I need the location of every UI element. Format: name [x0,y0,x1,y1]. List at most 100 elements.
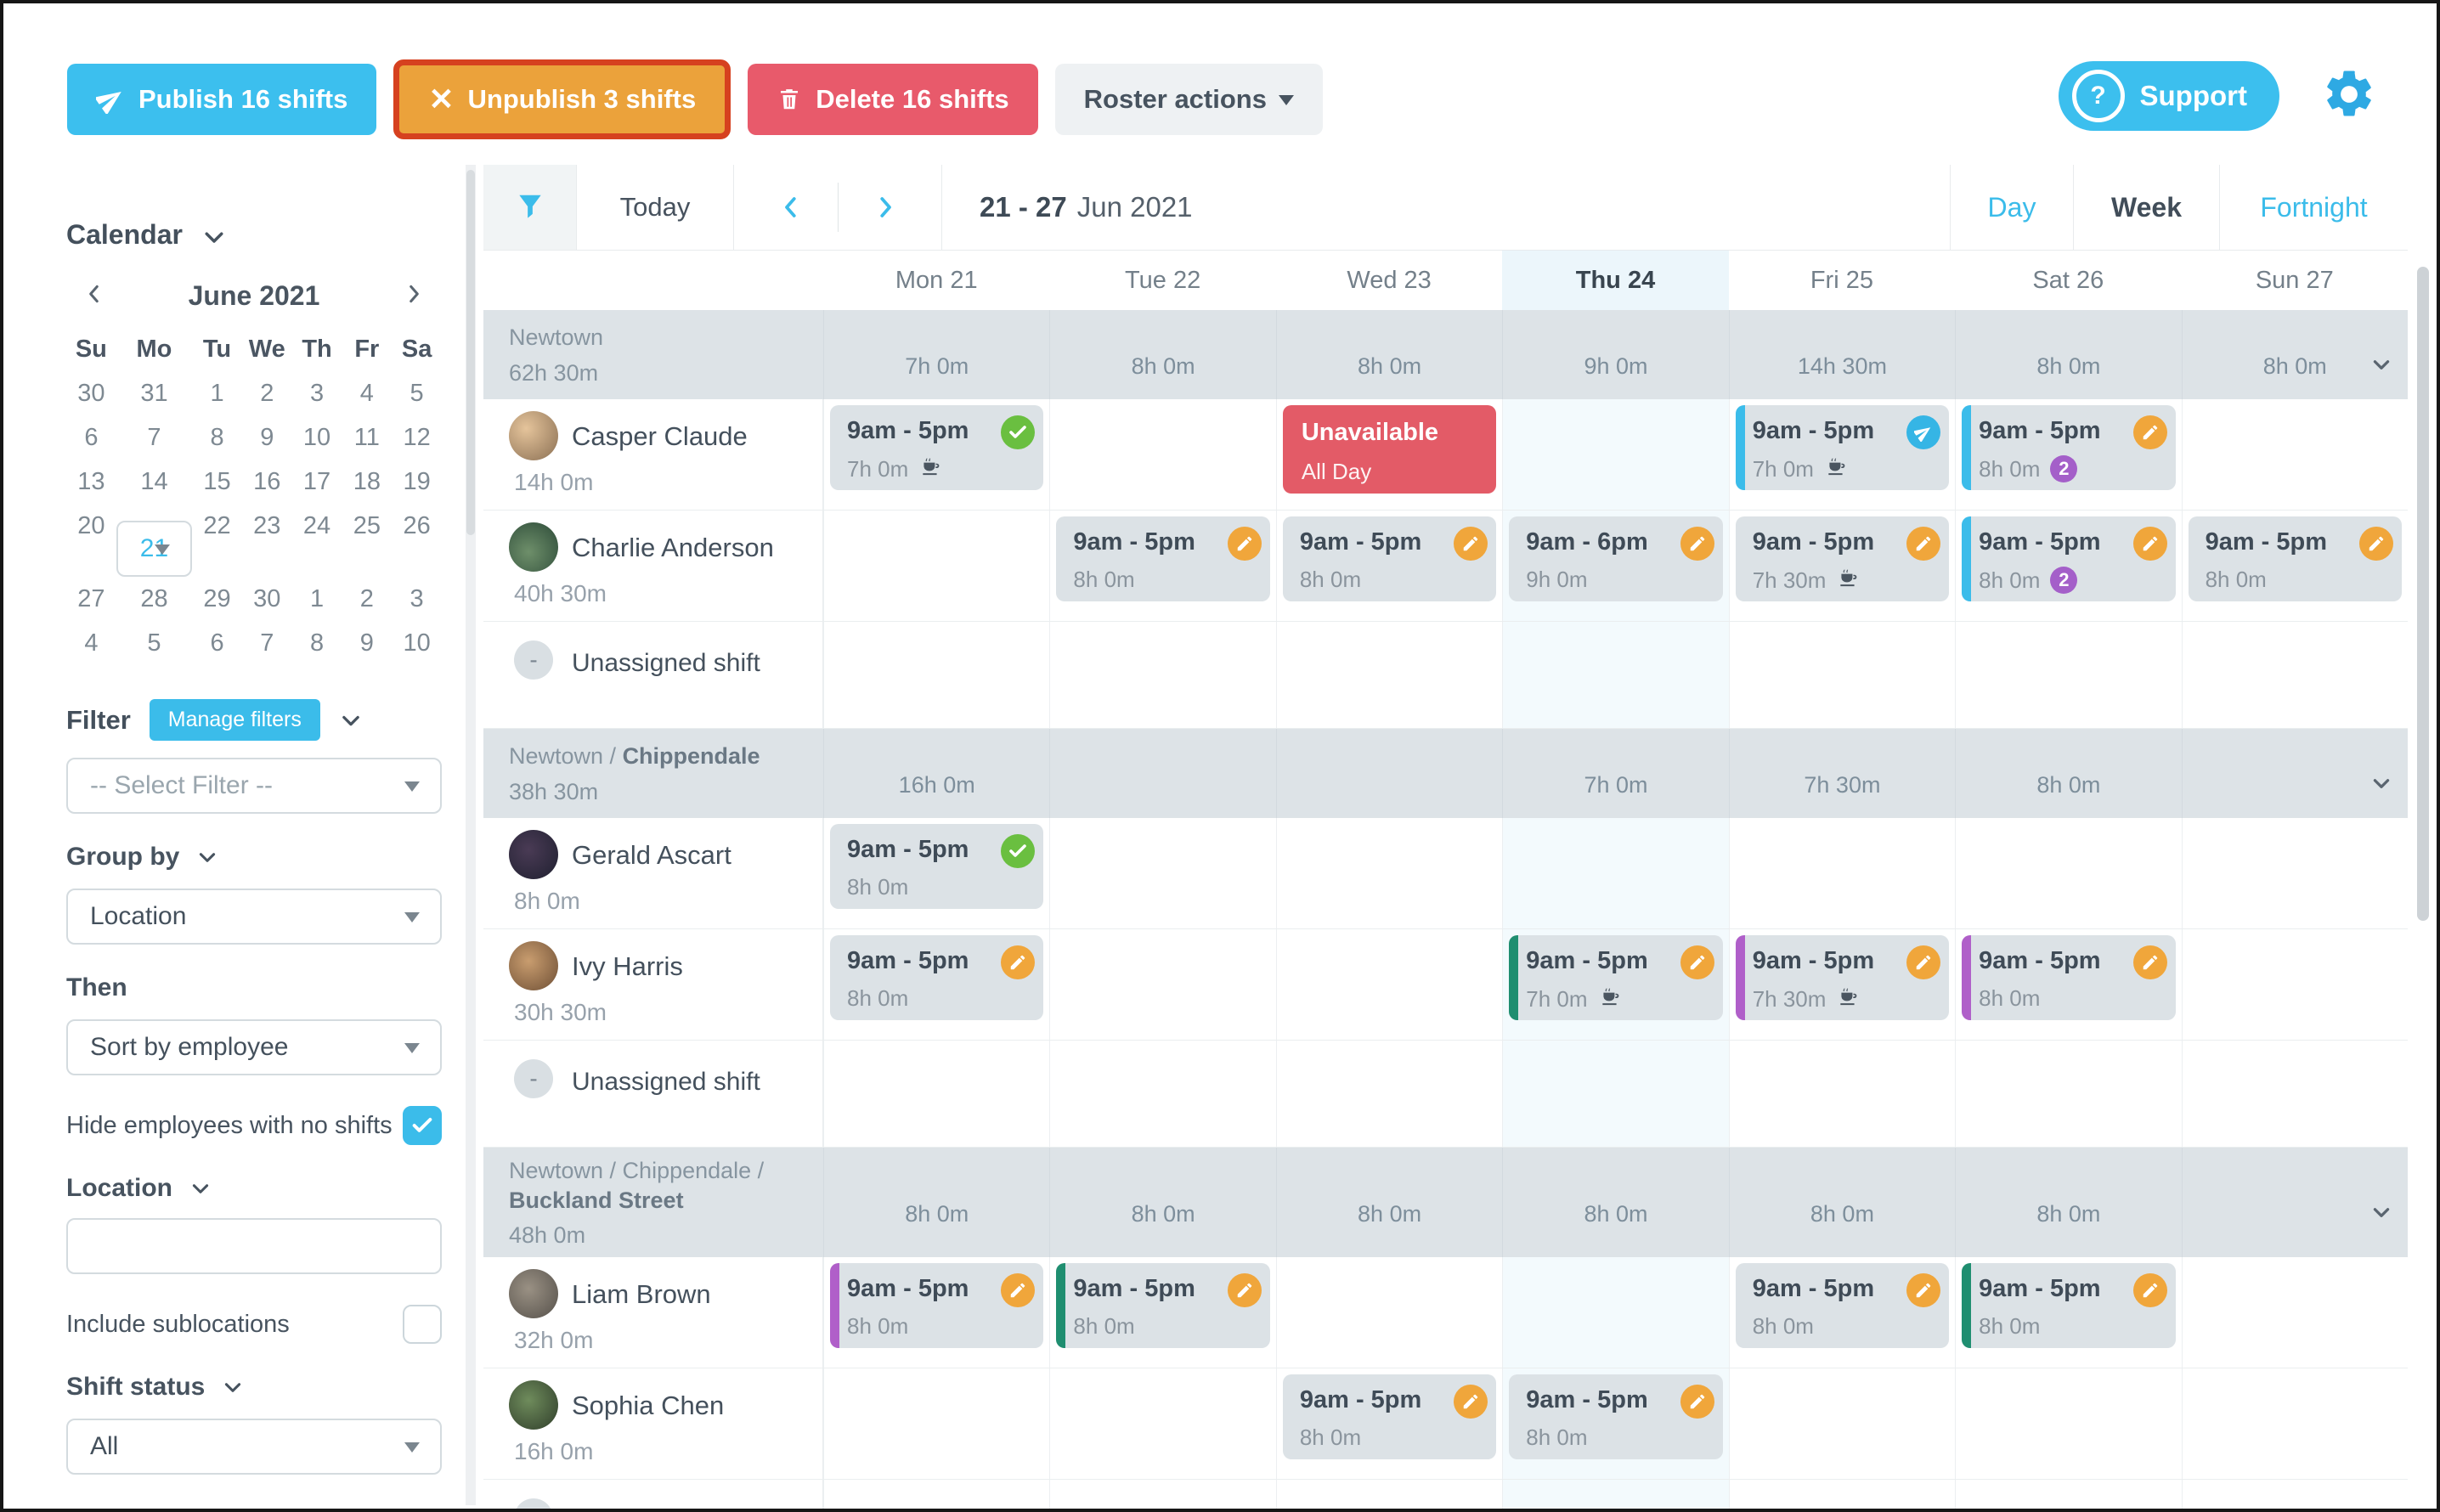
mini-calendar-day[interactable]: 20 [66,504,116,548]
mini-calendar-day[interactable]: 29 [192,577,242,621]
mini-calendar-day[interactable]: 26 [392,504,442,548]
shift-status-header[interactable]: Shift status [66,1373,442,1402]
shift-cell[interactable]: 9am - 5pm 8h 0m [1275,1368,1502,1480]
shift-cell[interactable] [1955,1480,2181,1509]
shift-cell[interactable] [1049,622,1275,728]
mini-calendar-day[interactable]: 7 [242,621,292,665]
shift-cell[interactable] [2181,929,2408,1040]
employee-header[interactable]: Employee [66,1504,442,1505]
shift-cell[interactable]: 9am - 5pm 8h 0m [1955,1257,2181,1368]
mini-calendar-day[interactable]: 18 [342,460,392,504]
filter-select[interactable]: -- Select Filter -- [66,758,442,814]
shift-cell[interactable]: 9am - 5pm 8h 0m [1955,929,2181,1040]
shift-cell[interactable]: 9am - 5pm 7h 30m [1728,511,1955,621]
shift-status-select[interactable]: All [66,1419,442,1475]
shift-cell[interactable] [1275,622,1502,728]
shift-cell[interactable]: 9am - 6pm 9h 0m [1502,511,1729,621]
shift-cell[interactable]: 9am - 5pm 7h 0m [823,399,1049,510]
mini-calendar-day[interactable]: 27 [66,577,116,621]
shift-card[interactable]: 9am - 5pm 8h 0m 2 [1962,516,2176,601]
shift-cell[interactable] [1049,1368,1275,1480]
filter-funnel-button[interactable] [483,165,577,250]
shift-cell[interactable]: 9am - 5pm 7h 0m [1502,929,1729,1040]
shift-cell[interactable] [823,1041,1049,1147]
shift-card[interactable]: 9am - 5pm 8h 0m [830,935,1044,1020]
shift-cell[interactable] [823,511,1049,621]
shift-cell[interactable]: 9am - 5pm 8h 0m 2 [1955,511,2181,621]
mini-calendar-day[interactable]: 5 [392,371,442,415]
calendar-scrollbar[interactable] [2417,267,2429,921]
mini-calendar-day[interactable]: 15 [192,460,242,504]
mini-calendar-day[interactable]: 25 [342,504,392,548]
shift-card[interactable]: 9am - 5pm 8h 0m 2 [1962,405,2176,490]
shift-cell[interactable] [1275,818,1502,928]
location-header[interactable]: Location [66,1174,442,1203]
shift-card[interactable]: 9am - 5pm 7h 0m [830,405,1044,490]
next-month-button[interactable] [403,281,425,311]
shift-card[interactable]: 9am - 5pm 8h 0m [1962,1263,2176,1349]
tab-day-view[interactable]: Day [1950,165,2073,250]
employee-name[interactable]: Liam Brown [572,1279,711,1310]
shift-cell[interactable]: 9am - 5pm 8h 0m [823,1257,1049,1368]
mini-calendar-day[interactable]: 8 [292,621,342,665]
shift-cell[interactable] [2181,1041,2408,1147]
mini-calendar-day[interactable]: 24 [292,504,342,548]
shift-cell[interactable] [823,1480,1049,1509]
shift-cell[interactable]: 9am - 5pm 8h 0m [1049,1257,1275,1368]
employee-name[interactable]: Casper Claude [572,421,748,452]
shift-cell[interactable]: 9am - 5pm 7h 30m [1728,929,1955,1040]
shift-cell[interactable] [1502,622,1729,728]
mini-calendar-day[interactable]: 30 [66,371,116,415]
group-by-select[interactable]: Location [66,889,442,945]
today-button[interactable]: Today [577,165,734,250]
include-sublocations-checkbox[interactable] [403,1305,442,1344]
mini-calendar-day[interactable]: 2 [242,371,292,415]
group-by-header[interactable]: Group by [66,843,442,872]
shift-cell[interactable] [1728,818,1955,928]
mini-calendar-day[interactable]: 16 [242,460,292,504]
employee-name[interactable]: Sophia Chen [572,1391,724,1421]
shift-card[interactable]: 9am - 5pm 8h 0m [830,824,1044,909]
shift-cell[interactable]: Unavailable All Day [1275,399,1502,510]
roster-actions-button[interactable]: Roster actions [1054,64,1323,135]
mini-calendar-day[interactable]: 6 [66,415,116,460]
mini-calendar-day-selected[interactable]: 21 [116,521,193,577]
group-collapse-chevron-icon[interactable] [2369,772,2394,800]
location-input[interactable] [66,1218,442,1274]
group-collapse-chevron-icon[interactable] [2369,353,2394,381]
shift-cell[interactable] [1728,1480,1955,1509]
mini-calendar-day[interactable]: 7 [116,415,192,460]
shift-cell[interactable] [1955,622,2181,728]
shift-card[interactable]: 9am - 5pm 7h 30m [1735,516,1950,601]
then-select[interactable]: Sort by employee [66,1019,442,1075]
shift-cell[interactable] [1049,399,1275,510]
employee-name[interactable]: Ivy Harris [572,951,683,982]
settings-gear-icon[interactable] [2321,66,2377,127]
shift-card[interactable]: 9am - 5pm 8h 0m [1282,1374,1497,1460]
shift-card[interactable]: 9am - 5pm 7h 0m [1509,935,1723,1020]
support-button[interactable]: ? Support [2058,61,2279,131]
manage-filters-button[interactable]: Manage filters [149,699,320,741]
mini-calendar-day[interactable]: 14 [116,460,192,504]
shift-card[interactable]: 9am - 5pm 8h 0m [830,1263,1044,1349]
shift-cell[interactable] [1049,1041,1275,1147]
mini-calendar-day[interactable]: 17 [292,460,342,504]
mini-calendar-day[interactable]: 31 [116,371,192,415]
shift-cell[interactable] [2181,1368,2408,1480]
shift-cell[interactable]: 9am - 5pm 8h 0m [1049,511,1275,621]
shift-cell[interactable]: 9am - 5pm 8h 0m [823,929,1049,1040]
mini-calendar-day[interactable]: 11 [342,415,392,460]
prev-month-button[interactable] [83,281,105,311]
tab-fortnight-view[interactable]: Fortnight [2219,165,2408,250]
shift-cell[interactable] [1049,818,1275,928]
shift-card[interactable]: 9am - 5pm 8h 0m [1282,516,1497,601]
next-week-button[interactable] [839,165,932,250]
shift-cell[interactable] [1955,1041,2181,1147]
hide-employees-checkbox[interactable] [403,1106,442,1145]
mini-calendar-day[interactable]: 12 [392,415,442,460]
shift-cell[interactable]: 9am - 5pm 8h 0m 2 [1955,399,2181,510]
mini-calendar-day[interactable]: 1 [192,371,242,415]
previous-week-button[interactable] [744,165,838,250]
shift-cell[interactable] [1955,818,2181,928]
shift-card[interactable]: 9am - 5pm 8h 0m [2188,516,2402,601]
